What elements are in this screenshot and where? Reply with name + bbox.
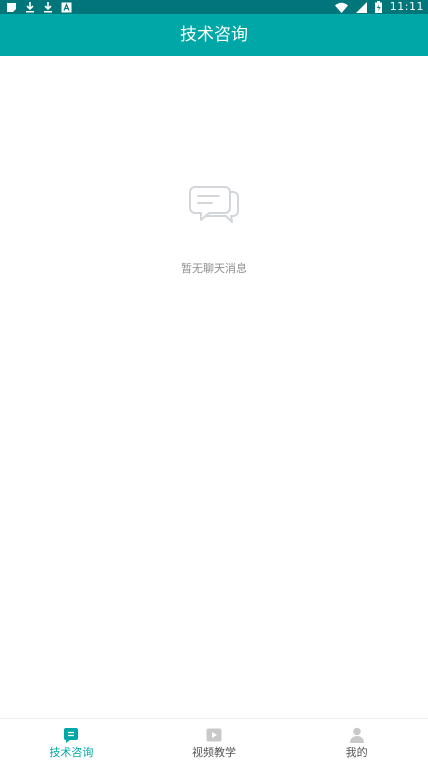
empty-message: 暂无聊天消息 <box>181 262 247 275</box>
signal-icon <box>355 1 367 13</box>
chat-bubbles-icon <box>189 185 241 223</box>
tab-label: 我的 <box>345 746 368 759</box>
status-left-icons <box>6 0 72 14</box>
person-icon <box>349 727 365 743</box>
chat-icon <box>63 727 79 743</box>
wifi-icon <box>334 1 348 13</box>
tab-label: 视频教学 <box>192 746 236 759</box>
download-icon <box>25 1 35 13</box>
tab-tech-consult[interactable]: 技术咨询 <box>0 719 143 763</box>
chat-list-empty: 暂无聊天消息 <box>0 56 428 718</box>
tab-video-teaching[interactable]: 视频教学 <box>143 719 286 763</box>
download-icon <box>43 1 53 13</box>
battery-icon <box>374 1 382 13</box>
tab-mine[interactable]: 我的 <box>285 719 428 763</box>
status-bar: 11:11 <box>0 0 428 14</box>
text-a-icon <box>61 1 72 13</box>
bottom-tab-bar: 技术咨询 视频教学 我的 <box>0 718 428 763</box>
app-bar: 技术咨询 <box>0 14 428 56</box>
status-right-icons: 11:11 <box>334 0 424 14</box>
video-play-icon <box>206 727 222 743</box>
page-title: 技术咨询 <box>180 25 248 45</box>
tab-label: 技术咨询 <box>49 746 94 759</box>
notification-square-icon <box>6 1 17 13</box>
status-time: 11:11 <box>389 0 424 13</box>
